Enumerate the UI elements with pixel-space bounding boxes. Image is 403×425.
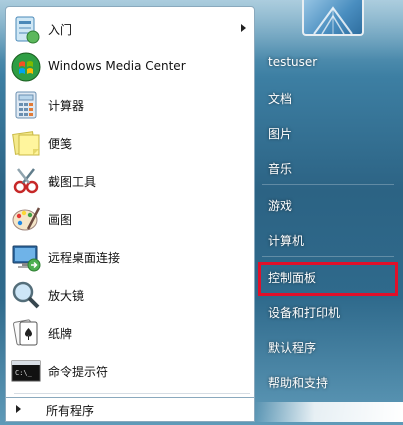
program-item-paint[interactable]: 画图 — [6, 200, 254, 238]
program-item-snipping-tool[interactable]: 截图工具 — [6, 162, 254, 200]
program-label: 便笺 — [48, 137, 73, 151]
program-list: 入门 Windows Media Center 计算器 便笺 截图工具 画图 远… — [5, 6, 255, 398]
all-programs-button[interactable]: 所有程序 — [5, 398, 255, 422]
remote-desktop-icon — [10, 241, 42, 273]
program-label: Windows Media Center — [48, 59, 186, 73]
control-panel-highlight — [258, 262, 398, 296]
right-item-games[interactable]: 游戏 — [268, 197, 292, 214]
right-item-pictures[interactable]: 图片 — [268, 125, 292, 142]
snipping-tool-icon — [10, 165, 42, 197]
separator — [14, 393, 250, 394]
all-programs-label: 所有程序 — [46, 404, 95, 418]
program-label: 放大镜 — [48, 289, 85, 303]
sticky-notes-icon — [10, 127, 42, 159]
program-label: 画图 — [48, 213, 73, 227]
user-avatar-icon — [313, 6, 353, 34]
program-label: 计算器 — [48, 99, 85, 113]
program-item-solitaire[interactable]: 纸牌 — [6, 314, 254, 352]
right-item-computer[interactable]: 计算机 — [268, 232, 304, 249]
chevron-right-icon — [16, 405, 21, 413]
program-item-windows-media-center[interactable]: Windows Media Center — [6, 48, 254, 86]
paint-icon — [10, 203, 42, 235]
windows-media-center-icon — [10, 51, 42, 83]
program-item-remote-desktop[interactable]: 远程桌面连接 — [6, 238, 254, 276]
getting-started-icon — [10, 13, 42, 45]
svg-text:C:\_: C:\_ — [15, 369, 33, 377]
program-item-magnifier[interactable]: 放大镜 — [6, 276, 254, 314]
program-label: 命令提示符 — [48, 365, 109, 379]
program-label: 截图工具 — [48, 175, 97, 189]
right-item-help-support[interactable]: 帮助和支持 — [268, 374, 328, 391]
program-label: 纸牌 — [48, 327, 73, 341]
program-item-calculator[interactable]: 计算器 — [6, 86, 254, 124]
command-prompt-icon: C:\_ — [10, 355, 42, 387]
right-item-documents[interactable]: 文档 — [268, 90, 292, 107]
program-item-getting-started[interactable]: 入门 — [6, 10, 254, 48]
calculator-icon — [10, 89, 42, 121]
solitaire-icon — [10, 317, 42, 349]
right-item-music[interactable]: 音乐 — [268, 160, 292, 177]
watermark — [255, 402, 403, 422]
separator — [262, 256, 394, 257]
program-item-sticky-notes[interactable]: 便笺 — [6, 124, 254, 162]
right-item-default-programs[interactable]: 默认程序 — [268, 339, 316, 356]
submenu-arrow-icon[interactable] — [241, 24, 246, 32]
user-picture[interactable] — [302, 0, 364, 36]
magnifier-icon — [10, 279, 42, 311]
user-name-link[interactable]: testuser — [268, 55, 317, 69]
program-item-command-prompt[interactable]: C:\_ 命令提示符 — [6, 352, 254, 390]
start-menu: 入门 Windows Media Center 计算器 便笺 截图工具 画图 远… — [0, 0, 403, 425]
program-label: 远程桌面连接 — [48, 251, 121, 265]
program-label: 入门 — [48, 23, 73, 37]
right-item-devices-printers[interactable]: 设备和打印机 — [268, 304, 340, 321]
separator — [262, 184, 394, 185]
